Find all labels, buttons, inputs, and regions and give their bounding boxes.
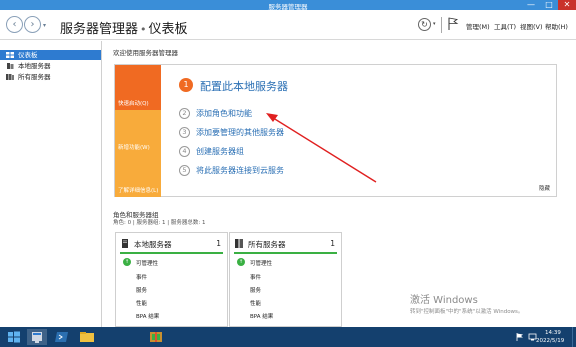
sidebar: 仪表板 本地服务器 所有服务器 <box>0 41 102 327</box>
step-label: 添加要管理的其他服务器 <box>196 128 284 137</box>
forward-button[interactable]: › <box>24 16 41 33</box>
card-row-services[interactable]: 服务 <box>250 286 261 294</box>
card-count: 1 <box>216 239 221 248</box>
title-bar: 服务器管理器 — □ ✕ <box>0 0 576 11</box>
card-row-performance[interactable]: 性能 <box>250 299 261 307</box>
local-server-icon <box>7 63 14 69</box>
sidebar-item-local-server[interactable]: 本地服务器 <box>0 61 101 71</box>
taskbar: 14:39 2022/5/19 <box>0 327 576 347</box>
card-row-manageability[interactable]: 可管理性 <box>250 259 272 267</box>
card-row-events[interactable]: 事件 <box>250 273 261 281</box>
local-server-card[interactable]: 本地服务器 1 ↑ 可管理性 事件 服务 性能 BPA 结果 <box>115 232 228 327</box>
menu-tools[interactable]: 工具(T) <box>494 21 516 31</box>
sidebar-item-label: 所有服务器 <box>18 73 51 81</box>
groups-summary: 角色: 0 | 服务器组: 1 | 服务器总数: 1 <box>113 220 206 226</box>
powershell-icon[interactable] <box>52 329 72 345</box>
dashboard-icon <box>6 52 14 58</box>
clock-date[interactable]: 2022/5/19 <box>536 338 564 344</box>
ok-status-icon: ↑ <box>123 258 131 266</box>
page-title: 仪表板 <box>148 22 188 37</box>
step-label: 将此服务器连接到云服务 <box>196 166 284 175</box>
maximize-button[interactable]: □ <box>540 0 558 10</box>
show-desktop-button[interactable] <box>572 327 576 347</box>
minimize-button[interactable]: — <box>522 0 540 10</box>
tab-quick-start[interactable]: 快速启动(Q) <box>115 65 161 110</box>
step-number: 2 <box>179 108 190 119</box>
card-row-performance[interactable]: 性能 <box>136 299 147 307</box>
card-title: 所有服务器 <box>248 240 286 249</box>
card-row-bpa[interactable]: BPA 结果 <box>250 312 273 320</box>
breadcrumb-separator: • <box>140 23 147 36</box>
breadcrumb-app: 服务器管理器 <box>60 22 139 37</box>
header: ‹ › ▾ 服务器管理器 • 仪表板 ↻ ▾ 管理(M) 工具(T) 视图(V) 帮… <box>0 10 576 40</box>
add-roles-features-link[interactable]: 2 添加角色和功能 <box>179 108 252 119</box>
step-label: 添加角色和功能 <box>196 109 252 118</box>
menu-view[interactable]: 视图(V) <box>520 21 543 31</box>
connect-cloud-services-link[interactable]: 5 将此服务器连接到云服务 <box>179 165 284 176</box>
menu-help[interactable]: 帮助(H) <box>545 21 568 31</box>
card-row-manageability[interactable]: 可管理性 <box>136 259 158 267</box>
create-server-group-link[interactable]: 4 创建服务器组 <box>179 146 244 157</box>
dashboard-main: 欢迎使用服务器管理器 快速启动(Q) 新增功能(W) 了解详细信息(L) 1 配… <box>103 41 576 327</box>
chevron-down-icon[interactable]: ▾ <box>43 22 46 29</box>
breadcrumb: 服务器管理器 • 仪表板 <box>60 18 188 37</box>
step-number: 3 <box>179 127 190 138</box>
close-button[interactable]: ✕ <box>558 0 576 10</box>
action-center-flag-icon[interactable] <box>516 333 524 341</box>
notifications-flag-icon[interactable] <box>447 17 459 31</box>
step-number-badge: 1 <box>179 78 193 92</box>
sidebar-item-label: 本地服务器 <box>18 62 51 70</box>
welcome-tile: 快速启动(Q) 新增功能(W) 了解详细信息(L) 1 配置此本地服务器 2 添加… <box>114 64 557 197</box>
sidebar-item-all-servers[interactable]: 所有服务器 <box>0 72 101 82</box>
activation-watermark: 激活 Windows 转到"控制面板"中的"系统"以激活 Windows。 <box>410 291 523 315</box>
card-title: 本地服务器 <box>134 240 172 249</box>
activation-title: 激活 Windows <box>410 295 478 306</box>
ok-status-icon: ↑ <box>237 258 245 266</box>
clock-time[interactable]: 14:39 <box>545 330 561 336</box>
step-number: 4 <box>179 146 190 157</box>
configure-local-server-link[interactable]: 配置此本地服务器 <box>200 78 288 94</box>
tab-label: 新增功能(W) <box>118 145 150 151</box>
card-row-services[interactable]: 服务 <box>136 286 147 294</box>
package-app-icon[interactable] <box>146 329 166 345</box>
card-count: 1 <box>330 239 335 248</box>
back-button[interactable]: ‹ <box>6 16 23 33</box>
all-servers-card[interactable]: 所有服务器 1 ↑ 可管理性 事件 服务 性能 BPA 结果 <box>229 232 342 327</box>
hide-link[interactable]: 隐藏 <box>539 184 550 192</box>
header-divider <box>441 17 442 33</box>
start-windows-icon[interactable] <box>4 329 24 345</box>
tab-label: 快速启动(Q) <box>118 101 149 107</box>
menu-manage[interactable]: 管理(M) <box>466 21 490 31</box>
card-row-bpa[interactable]: BPA 结果 <box>136 312 159 320</box>
servers-icon <box>235 239 243 248</box>
step-number: 5 <box>179 165 190 176</box>
all-servers-icon <box>6 74 14 80</box>
activation-subtitle: 转到"控制面板"中的"系统"以激活 Windows。 <box>410 309 524 315</box>
card-row-events[interactable]: 事件 <box>136 273 147 281</box>
step-label: 创建服务器组 <box>196 147 244 156</box>
file-explorer-icon[interactable] <box>77 329 97 345</box>
sidebar-item-label: 仪表板 <box>18 51 38 59</box>
sidebar-item-dashboard[interactable]: 仪表板 <box>0 50 101 60</box>
welcome-heading: 欢迎使用服务器管理器 <box>113 49 178 57</box>
tab-label: 了解详细信息(L) <box>118 188 159 194</box>
status-bar <box>234 252 337 254</box>
tab-whats-new[interactable]: 新增功能(W) <box>115 110 161 154</box>
server-manager-taskbar-icon[interactable] <box>27 329 47 345</box>
add-other-servers-link[interactable]: 3 添加要管理的其他服务器 <box>179 127 284 138</box>
refresh-icon[interactable]: ↻ <box>418 18 431 31</box>
tab-learn-more[interactable]: 了解详细信息(L) <box>115 154 161 197</box>
server-icon <box>122 239 128 248</box>
status-bar <box>120 252 223 254</box>
chevron-down-icon[interactable]: ▾ <box>433 21 436 27</box>
